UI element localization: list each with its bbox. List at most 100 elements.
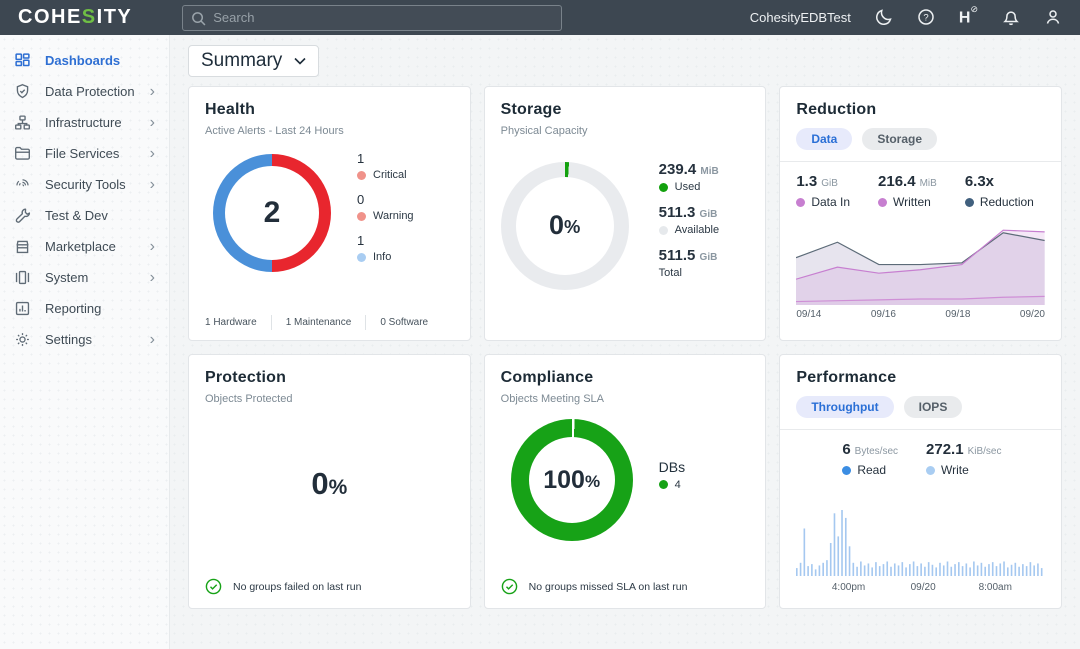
tab-data[interactable]: Data	[796, 128, 852, 150]
sidebar-item-infrastructure[interactable]: Infrastructure ›	[0, 107, 169, 138]
chevron-right-icon: ›	[150, 239, 155, 255]
tab-storage[interactable]: Storage	[862, 128, 937, 150]
global-search	[182, 5, 562, 31]
card-title: Compliance	[501, 369, 750, 387]
legend-item-warning: 0 Warning	[357, 192, 414, 222]
sidebar-item-settings[interactable]: Settings ›	[0, 324, 169, 355]
sidebar-item-marketplace[interactable]: Marketplace ›	[0, 231, 169, 262]
stat-reduction-ratio: 6.3x Reduction	[965, 173, 1034, 209]
legend-item-available: 511.3 GiB Available	[659, 204, 719, 236]
performance-x-axis: 4:00pm 09/20 8:00am	[796, 582, 1045, 596]
device-icon	[14, 269, 32, 287]
read-dot	[842, 466, 851, 475]
performance-card: Performance Throughput IOPS 6Bytes/sec R…	[779, 354, 1062, 609]
top-header: COHESITY CohesityEDBTest ? H⊘	[0, 0, 1080, 35]
search-icon	[190, 10, 207, 27]
card-subtitle: Objects Protected	[205, 393, 454, 405]
reduction-tabs: Data Storage	[796, 128, 1045, 150]
protection-footnote: No groups failed on last run	[205, 578, 361, 595]
software-count: 0 Software	[380, 317, 428, 328]
sidebar-item-label: System	[45, 270, 88, 285]
reduction-area-chart	[796, 219, 1045, 305]
check-circle-icon	[501, 578, 518, 595]
info-dot	[357, 253, 366, 262]
warning-dot	[357, 212, 366, 221]
sitemap-icon	[14, 114, 32, 132]
written-dot	[878, 198, 887, 207]
performance-stats: 6Bytes/sec Read 272.1KiB/sec Write	[780, 430, 1061, 477]
dashboard-selector-label: Summary	[201, 50, 282, 72]
card-title: Performance	[796, 369, 1045, 387]
cluster-name: CohesityEDBTest	[750, 10, 851, 25]
wrench-icon	[14, 207, 32, 225]
sidebar-item-file-services[interactable]: File Services ›	[0, 138, 169, 169]
card-subtitle: Active Alerts - Last 24 Hours	[205, 125, 454, 137]
reduction-card: Reduction Data Storage 1.3GiB Data In	[779, 86, 1062, 341]
stat-written: 216.4MiB Written	[878, 173, 937, 209]
sidebar-item-security-tools[interactable]: Security Tools ›	[0, 169, 169, 200]
card-subtitle: Objects Meeting SLA	[501, 393, 750, 405]
tab-iops[interactable]: IOPS	[904, 396, 963, 418]
sidebar-item-label: Settings	[45, 332, 92, 347]
performance-bar-chart	[796, 510, 1045, 576]
critical-dot	[357, 171, 366, 180]
helios-status-icon[interactable]: H⊘	[959, 8, 978, 27]
user-account-icon[interactable]	[1044, 8, 1062, 26]
search-input[interactable]	[182, 5, 562, 31]
reduction-dot	[965, 198, 974, 207]
sidebar-item-label: Dashboards	[45, 53, 120, 68]
available-dot	[659, 226, 668, 235]
sidebar-item-test-dev[interactable]: Test & Dev	[0, 200, 169, 231]
protection-percentage: 0%	[189, 466, 470, 502]
dashboard-cards-grid: Health Active Alerts - Last 24 Hours 2 1…	[188, 86, 1062, 609]
sidebar-item-label: Marketplace	[45, 239, 116, 254]
legend-item-used: 239.4 MiB Used	[659, 161, 719, 193]
chevron-right-icon: ›	[150, 146, 155, 162]
divider	[271, 315, 272, 330]
chevron-right-icon: ›	[150, 115, 155, 131]
chevron-right-icon: ›	[150, 84, 155, 100]
legend-item-info: 1 Info	[357, 233, 414, 263]
dark-mode-moon-icon[interactable]	[875, 8, 893, 26]
card-title: Health	[205, 101, 454, 119]
grid-icon	[14, 52, 32, 70]
topbar-actions: CohesityEDBTest ? H⊘	[750, 8, 1062, 27]
stat-data-in: 1.3GiB Data In	[796, 173, 850, 209]
help-icon[interactable]: ?	[917, 8, 935, 26]
cohesity-logo[interactable]: COHESITY	[18, 6, 132, 29]
storefront-icon	[14, 238, 32, 256]
sidebar-item-label: Security Tools	[45, 177, 126, 192]
chevron-right-icon: ›	[150, 177, 155, 193]
reduction-stats: 1.3GiB Data In 216.4MiB Written 6.3x Red…	[780, 162, 1061, 209]
notifications-bell-icon[interactable]	[1002, 8, 1020, 26]
used-dot	[659, 183, 668, 192]
protection-card: Protection Objects Protected 0% No group…	[188, 354, 471, 609]
hardware-count: 1 Hardware	[205, 317, 257, 328]
health-card: Health Active Alerts - Last 24 Hours 2 1…	[188, 86, 471, 341]
chevron-down-icon	[294, 57, 306, 65]
sidebar-item-reporting[interactable]: Reporting	[0, 293, 169, 324]
divider	[365, 315, 366, 330]
sidebar-item-dashboards[interactable]: Dashboards	[0, 45, 169, 76]
performance-tabs: Throughput IOPS	[796, 396, 1045, 418]
fingerprint-icon	[14, 176, 32, 194]
tab-throughput[interactable]: Throughput	[796, 396, 893, 418]
sidebar-item-label: File Services	[45, 146, 119, 161]
compliance-donut-chart: 100%	[511, 419, 633, 541]
stat-write: 272.1KiB/sec Write	[926, 441, 1001, 477]
card-title: Reduction	[796, 101, 1045, 119]
data-in-dot	[796, 198, 805, 207]
app-root: COHESITY CohesityEDBTest ? H⊘	[0, 0, 1080, 649]
logo-text: COHE	[18, 6, 82, 29]
sidebar-item-system[interactable]: System ›	[0, 262, 169, 293]
card-subtitle: Physical Capacity	[501, 125, 750, 137]
sidebar-item-data-protection[interactable]: Data Protection ›	[0, 76, 169, 107]
dashboard-selector-dropdown[interactable]: Summary	[188, 45, 319, 77]
sidebar-item-label: Test & Dev	[45, 208, 108, 223]
chevron-right-icon: ›	[150, 332, 155, 348]
compliance-card: Compliance Objects Meeting SLA 100% DBs …	[484, 354, 767, 609]
sidebar-nav: Dashboards Data Protection › Infrastruct…	[0, 35, 170, 649]
compliance-legend: DBs 4	[659, 459, 685, 491]
storage-card: Storage Physical Capacity 0% 239.4 MiB U…	[484, 86, 767, 341]
storage-donut-chart: 0%	[501, 162, 629, 290]
